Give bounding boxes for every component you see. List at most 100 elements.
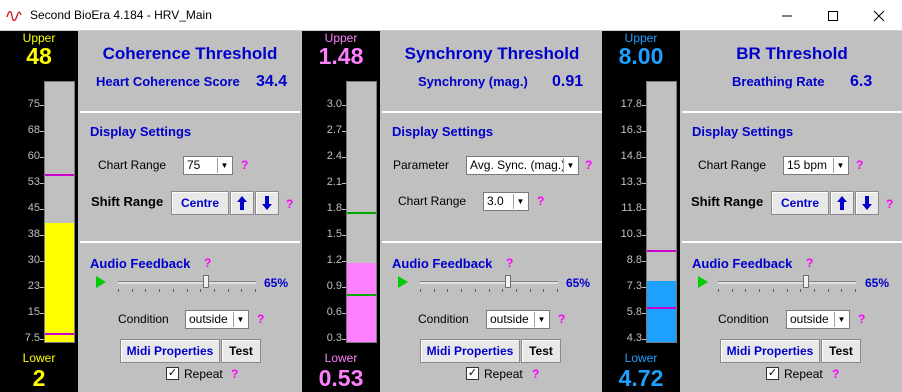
volume-slider-thumb[interactable] xyxy=(203,275,209,288)
scale-tick-label: 45 xyxy=(27,202,40,214)
meter-bar xyxy=(346,81,377,343)
volume-slider[interactable] xyxy=(420,281,558,284)
lower-value[interactable]: 2 xyxy=(0,365,78,392)
shift-up-button[interactable] xyxy=(830,191,854,215)
centre-button[interactable]: Centre xyxy=(771,191,829,215)
scale-tick-label: 0.3 xyxy=(326,332,342,344)
condition-select[interactable]: outside ▼ xyxy=(185,310,249,329)
scale-tick-label: 53 xyxy=(27,176,40,188)
scale-tick-label: 4.3 xyxy=(626,332,642,344)
slider-tick xyxy=(447,289,448,292)
scale-tick-label: 0.9 xyxy=(326,280,342,292)
repeat-checkbox[interactable]: ✓ xyxy=(766,367,779,380)
play-icon[interactable] xyxy=(698,276,708,288)
repeat-checkbox[interactable]: ✓ xyxy=(166,367,179,380)
coherence-panel: Coherence Threshold Heart Coherence Scor… xyxy=(80,31,300,392)
test-button[interactable]: Test xyxy=(221,339,261,363)
repeat-label: Repeat xyxy=(784,367,823,381)
volume-slider[interactable] xyxy=(718,281,856,284)
help-icon[interactable]: ? xyxy=(585,158,592,172)
help-icon[interactable]: ? xyxy=(858,312,865,326)
shift-down-button[interactable] xyxy=(855,191,879,215)
repeat-checkbox[interactable]: ✓ xyxy=(466,367,479,380)
midi-properties-button[interactable]: Midi Properties xyxy=(720,339,820,363)
help-icon[interactable]: ? xyxy=(532,367,539,381)
upper-threshold-marker[interactable] xyxy=(45,173,74,176)
help-icon[interactable]: ? xyxy=(231,367,238,381)
upper-threshold-marker[interactable] xyxy=(647,249,676,252)
slider-tick xyxy=(200,289,201,292)
app-logo-icon xyxy=(6,10,22,22)
midi-properties-button[interactable]: Midi Properties xyxy=(420,339,520,363)
chart-range-select[interactable]: 75 ▼ xyxy=(183,156,233,175)
lower-threshold-marker[interactable] xyxy=(45,333,74,336)
help-icon[interactable]: ? xyxy=(204,256,211,270)
condition-label: Condition xyxy=(118,312,169,326)
lower-label: Lower xyxy=(22,351,56,365)
arrow-up-icon xyxy=(237,196,247,210)
audio-feedback-heading: Audio Feedback xyxy=(692,256,793,271)
volume-slider-thumb[interactable] xyxy=(505,275,511,288)
meter-fill xyxy=(347,263,376,342)
help-icon[interactable]: ? xyxy=(558,312,565,326)
play-icon[interactable] xyxy=(398,276,408,288)
panel-title: BR Threshold xyxy=(736,44,848,63)
help-icon[interactable]: ? xyxy=(506,256,513,270)
display-settings-heading: Display Settings xyxy=(692,124,794,139)
lower-value[interactable]: 4.72 xyxy=(602,365,680,392)
help-icon[interactable]: ? xyxy=(832,367,839,381)
lower-value[interactable]: 0.53 xyxy=(302,365,380,392)
volume-slider-thumb[interactable] xyxy=(803,275,809,288)
parameter-select[interactable]: Avg. Sync. (mag.) ▼ xyxy=(466,156,579,175)
upper-value[interactable]: 1.48 xyxy=(302,43,380,70)
repeat-label: Repeat xyxy=(184,367,223,381)
coherence-header-section: Coherence Threshold Heart Coherence Scor… xyxy=(80,31,300,111)
upper-value[interactable]: 8.00 xyxy=(602,43,680,70)
maximize-button[interactable] xyxy=(810,0,856,31)
chart-range-value: 3.0 xyxy=(487,194,504,208)
scale-tick-label: 1.8 xyxy=(326,202,342,214)
slider-ticks xyxy=(118,289,256,293)
scale-tick-label: 3.0 xyxy=(326,98,342,110)
slider-tick xyxy=(159,289,160,292)
slider-tick xyxy=(828,289,829,292)
volume-slider[interactable] xyxy=(118,281,256,284)
chart-range-select[interactable]: 15 bpm ▼ xyxy=(783,156,849,175)
test-button[interactable]: Test xyxy=(521,339,561,363)
lower-threshold-marker[interactable] xyxy=(347,294,376,297)
shift-down-button[interactable] xyxy=(255,191,279,215)
minimize-button[interactable] xyxy=(764,0,810,31)
help-icon[interactable]: ? xyxy=(856,158,863,172)
slider-tick xyxy=(732,289,733,292)
test-button[interactable]: Test xyxy=(821,339,861,363)
help-icon[interactable]: ? xyxy=(286,197,293,211)
repeat-label: Repeat xyxy=(484,367,523,381)
help-icon[interactable]: ? xyxy=(537,194,544,208)
help-icon[interactable]: ? xyxy=(806,256,813,270)
scale-tick-label: 0.6 xyxy=(326,306,342,318)
audio-feedback-section: Audio Feedback ? 65% Condition outside ▼… xyxy=(382,241,602,392)
condition-label: Condition xyxy=(718,312,769,326)
play-icon[interactable] xyxy=(96,276,106,288)
help-icon[interactable]: ? xyxy=(886,197,893,211)
upper-threshold-marker[interactable] xyxy=(347,211,376,214)
midi-properties-button[interactable]: Midi Properties xyxy=(120,339,220,363)
chart-range-select[interactable]: 3.0 ▼ xyxy=(483,192,529,211)
shift-range-label: Shift Range xyxy=(691,194,764,209)
slider-tick xyxy=(420,289,421,292)
shift-up-button[interactable] xyxy=(230,191,254,215)
centre-button[interactable]: Centre xyxy=(171,191,229,215)
slider-tick xyxy=(814,289,815,292)
close-button[interactable] xyxy=(856,0,902,31)
slider-tick xyxy=(718,289,719,292)
arrow-down-icon xyxy=(862,196,872,210)
lower-threshold-marker[interactable] xyxy=(647,306,676,309)
upper-value[interactable]: 48 xyxy=(0,43,78,70)
help-icon[interactable]: ? xyxy=(257,312,264,326)
scale-tick-label: 14.8 xyxy=(620,150,642,162)
condition-select[interactable]: outside ▼ xyxy=(486,310,550,329)
slider-tick xyxy=(502,289,503,292)
condition-select[interactable]: outside ▼ xyxy=(786,310,850,329)
chart-range-label: Chart Range xyxy=(398,194,467,208)
help-icon[interactable]: ? xyxy=(241,158,248,172)
